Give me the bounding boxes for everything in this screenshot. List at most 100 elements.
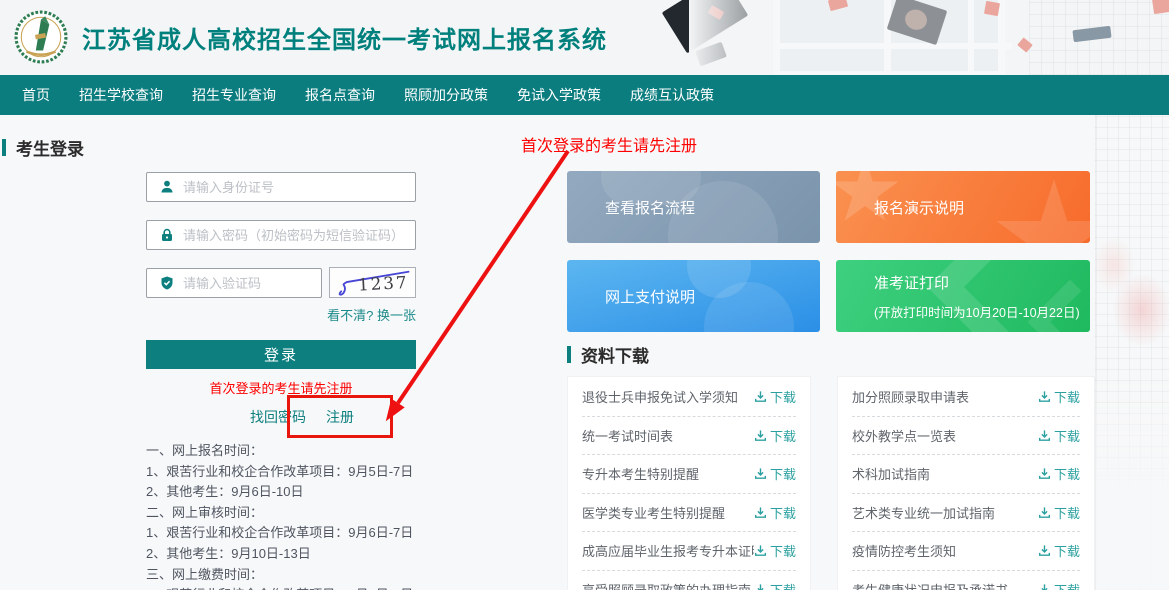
download-link-label: 下载 [1054,503,1080,522]
download-title: 疫情防控考生须知 [852,541,956,560]
download-link[interactable]: 下载 [1038,580,1080,590]
login-button[interactable]: 登录 [146,340,416,369]
shield-check-icon [159,275,175,291]
download-link-label: 下载 [770,426,796,445]
nav-item[interactable]: 免试入学政策 [517,85,601,105]
downloads-columns: 退役士兵申报免试入学须知 下载 统一考试时间表 [567,376,1095,590]
section-accent-bar [567,346,571,363]
brand: 江苏省成人高校招生全国统一考试网上报名系统 [14,10,607,64]
download-icon [754,544,767,557]
download-link[interactable]: 下载 [1038,387,1080,406]
download-title: 享受照顾录取政策的办理指南 [582,580,751,590]
download-link[interactable]: 下载 [754,426,796,445]
download-link[interactable]: 下载 [1038,541,1080,560]
quick-link-tile[interactable]: 网上支付说明 [567,260,820,332]
download-row: 疫情防控考生须知 下载 [852,531,1080,570]
nav-item[interactable]: 照顾加分政策 [404,85,488,105]
download-title: 医学类专业考生特别提醒 [582,503,725,522]
download-icon [1038,583,1051,590]
download-title: 艺术类专业统一加试指南 [852,503,995,522]
download-icon [1038,506,1051,519]
download-link-label: 下载 [770,580,796,590]
download-title: 统一考试时间表 [582,426,673,445]
schedule-line: 2、其他考生：9月10日-13日 [146,544,576,565]
main-content: 考生登录 [0,115,1169,590]
downloads-section-head: 资料下载 [567,342,649,367]
download-link-label: 下载 [1054,541,1080,560]
download-title: 加分照顾录取申请表 [852,387,969,406]
quick-link-tile[interactable]: 报名演示说明 [836,171,1090,243]
password-field [146,220,416,250]
nav-item[interactable]: 招生学校查询 [79,85,163,105]
login-section-head: 考生登录 [2,135,84,160]
schedule-line: 1、艰苦行业和校企合作改革项目：9月5日-7日 [146,462,576,483]
nav-item[interactable]: 报名点查询 [305,85,375,105]
nav-item[interactable]: 招生专业查询 [192,85,276,105]
quick-link-tiles: 查看报名流程 报名演示说明 网上支付说明 [567,171,1090,332]
download-icon [1038,544,1051,557]
download-icon [754,506,767,519]
download-link-label: 下载 [770,503,796,522]
download-row: 校外教学点一览表 下载 [852,416,1080,455]
id-number-input[interactable] [183,180,415,195]
download-row: 艺术类专业统一加试指南 下载 [852,493,1080,532]
captcha-field [146,268,322,298]
schedule-line: 二、网上审核时间： [146,503,576,524]
id-number-field [146,172,416,202]
download-row: 成高应届毕业生报考专升本证明 下载 [582,531,796,570]
download-row: 统一考试时间表 下载 [582,416,796,455]
quick-link-tile[interactable]: 查看报名流程 [567,171,820,243]
captcha-input[interactable] [183,276,321,291]
site-title: 江苏省成人高校招生全国统一考试网上报名系统 [82,20,607,55]
download-link[interactable]: 下载 [754,464,796,483]
download-link-label: 下载 [1054,426,1080,445]
first-login-note: 首次登录的考生请先注册 [146,378,416,397]
tile-label: 准考证打印 [874,272,1090,293]
download-link[interactable]: 下载 [754,541,796,560]
main-nav: 首页 招生学校查询 招生专业查询 报名点查询 照顾加分政策 免试入学政策 成绩互… [0,75,1169,115]
schedule-line: 1、艰苦行业和校企合作改革项目：9月5日-8日 [146,585,576,590]
downloads-card-left: 退役士兵申报免试入学须知 下载 统一考试时间表 [567,376,811,590]
download-row: 医学类专业考生特别提醒 下载 [582,493,796,532]
download-title: 考生健康状况申报及承诺书 [852,580,1008,590]
svg-text:1237: 1237 [358,272,409,295]
download-row: 考生健康状况申报及承诺书 下载 [852,570,1080,590]
user-icon [159,179,175,195]
section-accent-bar [2,139,6,156]
nav-item[interactable]: 首页 [22,85,50,105]
tile-label: 网上支付说明 [605,286,820,307]
downloads-card-right: 加分照顾录取申请表 下载 校外教学点一览表 [837,376,1095,590]
download-title: 校外教学点一览表 [852,426,956,445]
password-input[interactable] [183,228,415,243]
download-link-label: 下载 [770,464,796,483]
download-row: 术科加试指南 下载 [852,454,1080,493]
register-link[interactable]: 注册 [326,407,354,427]
captcha-refresh-link[interactable]: 看不清? 换一张 [327,308,416,323]
download-icon [754,467,767,480]
download-link[interactable]: 下载 [754,580,796,590]
download-link[interactable]: 下载 [754,387,796,406]
nav-item[interactable]: 成绩互认政策 [630,85,714,105]
download-icon [1038,390,1051,403]
tile-subtitle: (开放打印时间为10月20日-10月22日) [874,302,1090,321]
download-link[interactable]: 下载 [1038,426,1080,445]
download-link-label: 下载 [1054,464,1080,483]
download-link[interactable]: 下载 [1038,503,1080,522]
download-row: 专升本考生特别提醒 下载 [582,454,796,493]
captcha-image[interactable]: 1237 [329,267,416,298]
download-link[interactable]: 下载 [754,503,796,522]
site-header: 江苏省成人高校招生全国统一考试网上报名系统 [0,0,1169,75]
login-section-title: 考生登录 [16,135,84,160]
download-title: 术科加试指南 [852,464,930,483]
download-link-label: 下载 [770,541,796,560]
register-annotation: 首次登录的考生请先注册 [521,132,697,156]
download-link[interactable]: 下载 [1038,464,1080,483]
download-title: 专升本考生特别提醒 [582,464,699,483]
forgot-password-link[interactable]: 找回密码 [250,407,306,427]
download-icon [1038,467,1051,480]
side-photo-decor [1095,115,1169,590]
schedule-line: 一、网上报名时间： [146,441,576,462]
quick-link-tile[interactable]: 准考证打印 (开放打印时间为10月20日-10月22日) [836,260,1090,332]
page: 江苏省成人高校招生全国统一考试网上报名系统 首页 招生学校查询 招生专业查询 报… [0,0,1169,590]
download-title: 退役士兵申报免试入学须知 [582,387,738,406]
